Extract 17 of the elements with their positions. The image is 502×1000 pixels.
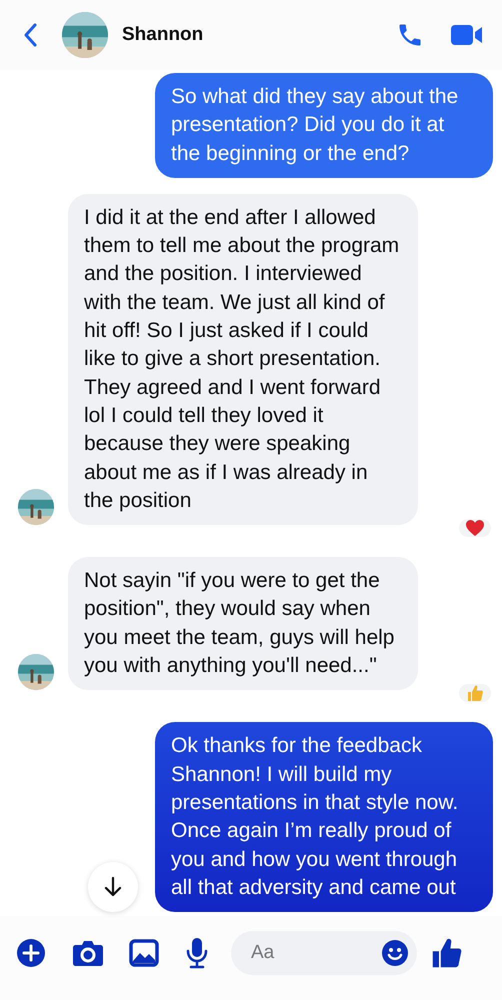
camera-button[interactable]	[72, 939, 104, 967]
message-text-input[interactable]: Aa	[249, 941, 381, 965]
message-bubble: So what did they say about the presentation? Did you do it at the beginning or the end?	[155, 73, 493, 178]
add-button[interactable]	[16, 938, 46, 968]
message-input[interactable]: Aa	[231, 931, 417, 975]
message-bubble: Ok thanks for the feedback Shannon! I will build my presentations in that style now. Once again I’m really proud of you and how you went through all that adversity and came out	[155, 722, 493, 912]
message-bubble: I did it at the end after I allowed them to tell me about the program and the position. I interviewed with the team. We just all kind of hit off! So I just asked if I could like to give a short presentation. They agreed and I went forward lol I could tell they loved it because they were speaking about me as if I was already in the position	[68, 194, 418, 526]
video-call-button[interactable]	[450, 23, 484, 47]
arrow-down-icon	[103, 876, 123, 898]
contact-name: Shannon	[122, 24, 204, 46]
microphone-button[interactable]	[185, 937, 209, 969]
gallery-button[interactable]	[129, 939, 159, 967]
emoji-button[interactable]	[381, 939, 409, 967]
thumbs-up-button[interactable]	[431, 937, 463, 969]
message-bubble: Not sayin "if you were to get the position", they would say when you meet the team, guys will help you with anything you'll need..."	[68, 557, 418, 690]
scroll-down-button[interactable]	[88, 862, 138, 912]
back-button[interactable]	[22, 22, 38, 48]
